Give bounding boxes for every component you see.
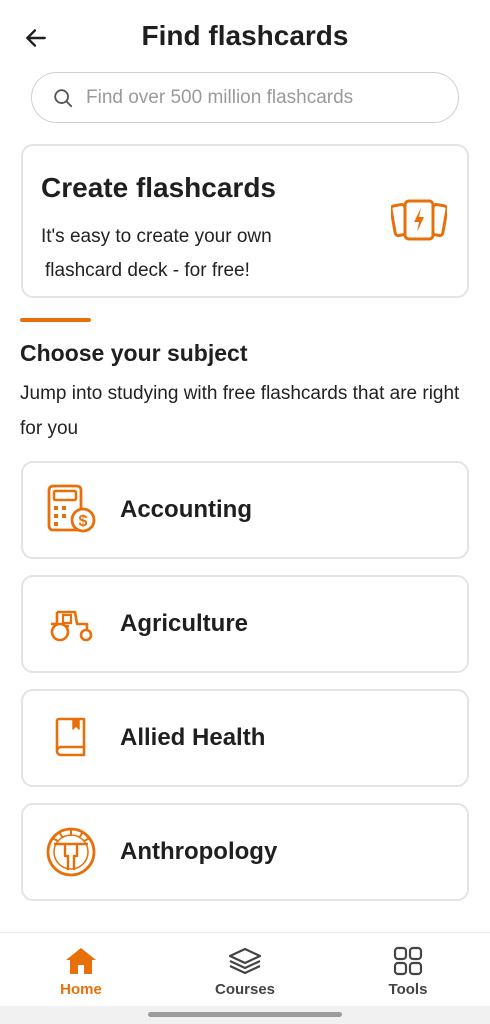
- search-input[interactable]: [86, 86, 446, 109]
- flashcards-lightning-icon: [389, 198, 449, 247]
- page-title: Find flashcards: [141, 20, 349, 51]
- subject-card-accounting[interactable]: $ Accounting: [21, 461, 469, 559]
- search-icon: [54, 88, 73, 107]
- create-flashcards-card[interactable]: Create flashcards It's easy to create yo…: [21, 144, 469, 298]
- layers-icon: [228, 947, 262, 975]
- svg-text:$: $: [79, 513, 88, 530]
- calculator-dollar-icon: $: [43, 482, 99, 538]
- gesture-bar[interactable]: [148, 1012, 342, 1017]
- nav-label: Tools: [388, 981, 428, 998]
- subject-card-agriculture[interactable]: Agriculture: [21, 575, 469, 673]
- grid-icon: [393, 946, 423, 976]
- nav-item-tools[interactable]: Tools: [358, 945, 458, 998]
- search-bar[interactable]: [31, 72, 459, 123]
- subject-label: Anthropology: [120, 838, 278, 865]
- subject-label: Accounting: [120, 496, 252, 523]
- subject-label: Allied Health: [120, 724, 266, 751]
- section-title: Choose your subject: [20, 340, 248, 366]
- home-icon: [66, 948, 96, 974]
- create-card-description-line1: It's easy to create your own: [41, 226, 272, 247]
- nav-item-home[interactable]: Home: [31, 945, 131, 998]
- create-card-description-line2: flashcard deck - for free!: [45, 260, 250, 281]
- accent-divider: [20, 318, 91, 322]
- subject-label: Agriculture: [120, 610, 249, 637]
- bottom-navigation: Home Courses Tools: [0, 932, 490, 1006]
- create-card-title: Create flashcards: [41, 172, 277, 203]
- human-figure-circle-icon: [43, 824, 99, 880]
- tractor-icon: [43, 596, 99, 652]
- nav-label: Courses: [214, 981, 276, 998]
- nav-item-courses[interactable]: Courses: [195, 945, 295, 998]
- subject-card-anthropology[interactable]: Anthropology: [21, 803, 469, 901]
- create-card-description: It's easy to create your own flashcard d…: [41, 220, 331, 288]
- section-description: Jump into studying with free flashcards …: [20, 383, 460, 439]
- header: Find flashcards: [0, 0, 490, 72]
- book-icon: [43, 710, 99, 766]
- find-flashcards-screen: Find flashcards Create flashcards It's e…: [0, 0, 490, 1024]
- subject-card-allied-health[interactable]: Allied Health: [21, 689, 469, 787]
- nav-label: Home: [60, 981, 102, 998]
